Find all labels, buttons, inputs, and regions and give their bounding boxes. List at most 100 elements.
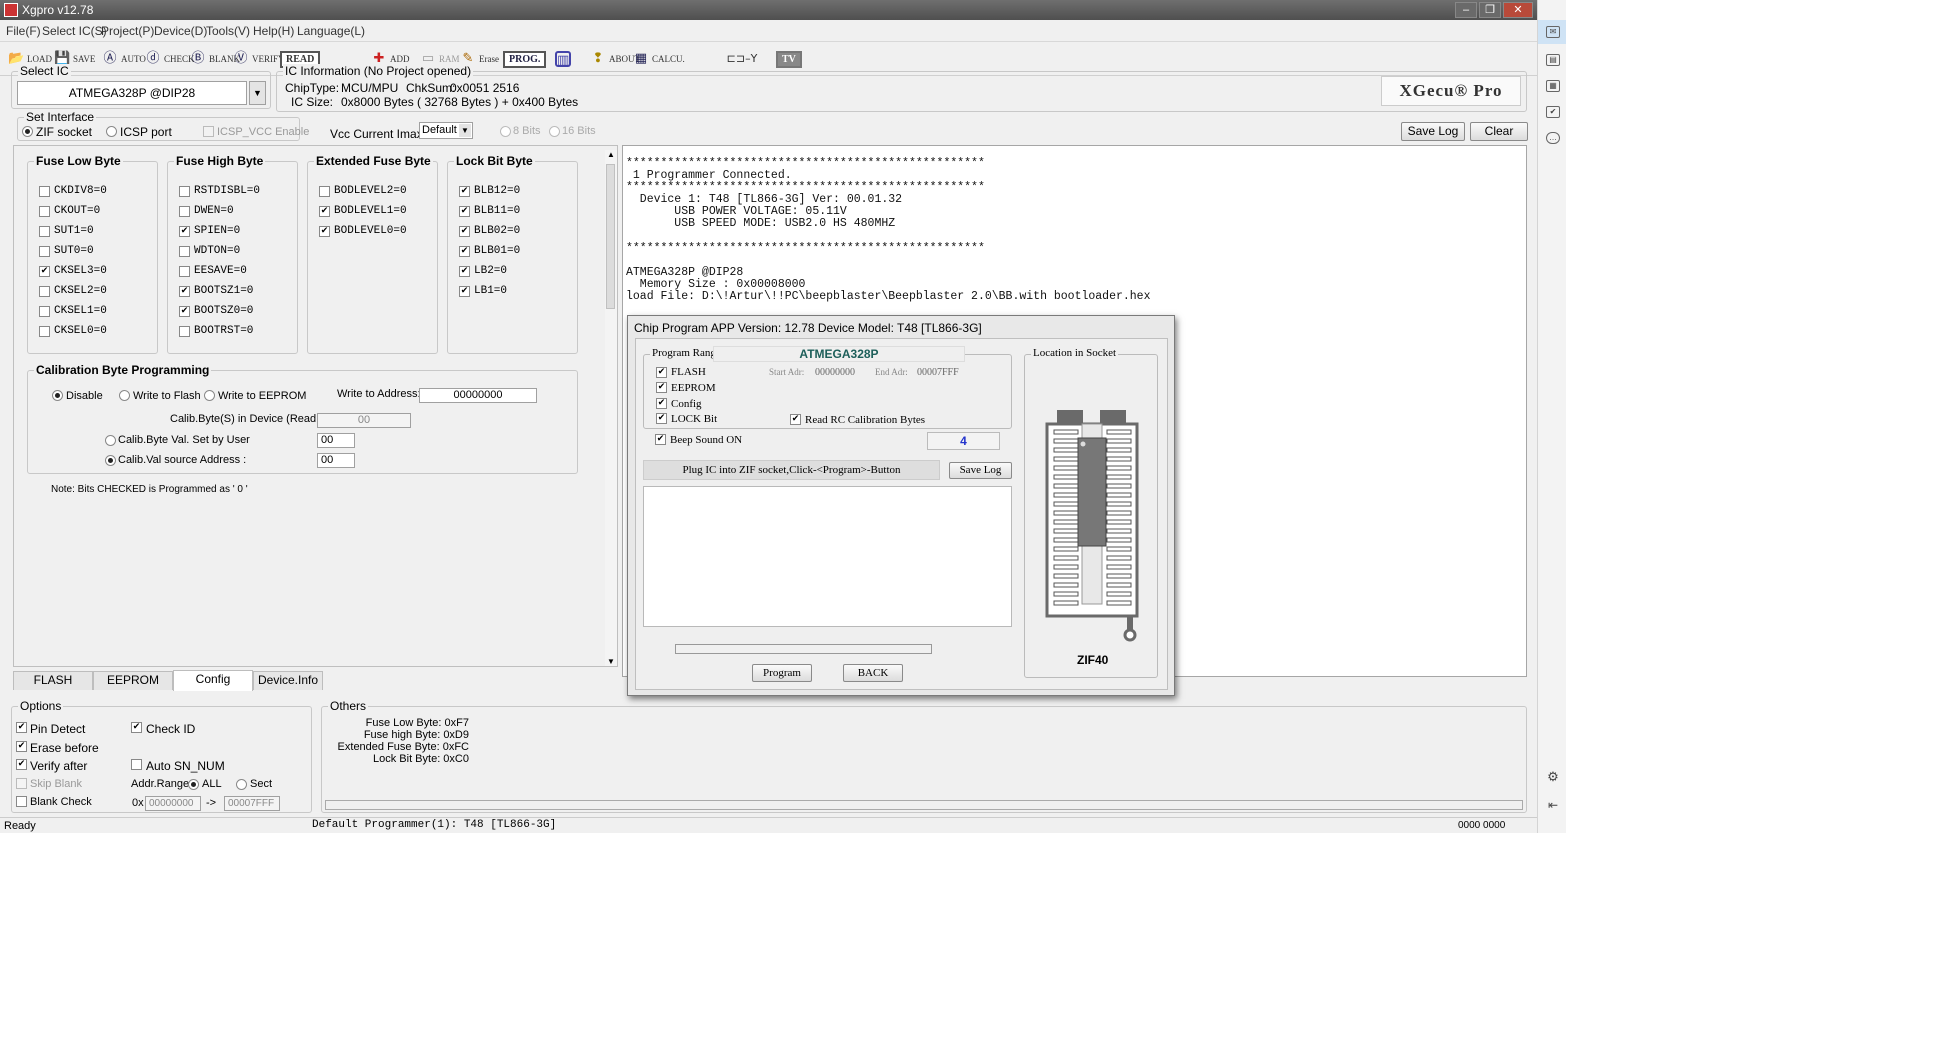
blb02-checkbox[interactable]: ✔ <box>459 226 470 237</box>
check-id-checkbox[interactable]: ✔ <box>131 722 142 733</box>
menu-tools[interactable]: Tools(V) <box>206 24 250 38</box>
sut1-checkbox[interactable] <box>39 226 50 237</box>
gear-icon[interactable]: ⚙ <box>1546 770 1560 784</box>
spien-checkbox[interactable]: ✔ <box>179 226 190 237</box>
addr-range-sect-radio[interactable] <box>236 779 247 790</box>
contacts-icon[interactable]: ▤ <box>1546 54 1560 66</box>
menu-file[interactable]: File(F) <box>6 24 41 38</box>
config-scrollbar[interactable]: ▲ ▼ <box>605 150 617 666</box>
calib-user-radio[interactable] <box>105 435 116 446</box>
tv-button[interactable]: TV <box>776 46 802 72</box>
pin-detect-checkbox[interactable]: ✔ <box>16 722 27 733</box>
bodlevel2-checkbox[interactable] <box>319 186 330 197</box>
bodlevel0-checkbox[interactable]: ✔ <box>319 226 330 237</box>
auto-button[interactable]: Ⓐ AUTO <box>102 46 145 72</box>
cksel2-checkbox[interactable] <box>39 286 50 297</box>
verify-button[interactable]: Ⓥ VERIFY <box>233 46 284 72</box>
cksel3-checkbox[interactable]: ✔ <box>39 266 50 277</box>
rstdisbl-checkbox[interactable] <box>179 186 190 197</box>
range-flash-checkbox[interactable]: ✔ <box>656 367 667 378</box>
bootrst-checkbox[interactable] <box>179 326 190 337</box>
16-bits-radio[interactable] <box>549 126 560 137</box>
write-address-input[interactable]: 00000000 <box>419 388 537 403</box>
sut0-checkbox[interactable] <box>39 246 50 257</box>
blank-check-checkbox[interactable] <box>16 796 27 807</box>
prog-button[interactable]: PROG. <box>503 46 547 72</box>
tab-config[interactable]: Config <box>173 670 253 691</box>
icsp-port-radio[interactable] <box>106 126 117 137</box>
tab-device-info[interactable]: Device.Info <box>253 671 323 690</box>
calcu-button[interactable]: ▦ CALCU. <box>633 46 685 72</box>
select-ic-dropdown-button[interactable]: ▼ <box>249 81 266 105</box>
8-bits-radio[interactable] <box>500 126 511 137</box>
mail-icon[interactable]: ✉ <box>1546 26 1560 38</box>
read-rc-checkbox[interactable]: ✔ <box>790 414 801 425</box>
cksel1-checkbox[interactable] <box>39 306 50 317</box>
minimize-button[interactable]: – <box>1455 2 1477 18</box>
dialog-save-log-button[interactable]: Save Log <box>949 462 1012 479</box>
icsp-vcc-checkbox[interactable] <box>203 126 214 137</box>
lb2-checkbox[interactable]: ✔ <box>459 266 470 277</box>
close-button[interactable]: ✕ <box>1503 2 1533 18</box>
beep-sound-checkbox[interactable]: ✔ <box>655 434 666 445</box>
bootsz1-checkbox[interactable]: ✔ <box>179 286 190 297</box>
lb1-checkbox[interactable]: ✔ <box>459 286 470 297</box>
chip-config-button[interactable]: ▥ <box>555 46 571 72</box>
range-end-input[interactable]: 00007FFF <box>224 796 280 811</box>
check-button[interactable]: ⓓ CHECK <box>145 46 194 72</box>
range-start-input[interactable]: 00000000 <box>145 796 201 811</box>
clear-log-button[interactable]: Clear <box>1470 122 1528 141</box>
range-eeprom-checkbox[interactable]: ✔ <box>656 382 667 393</box>
verify-after-checkbox[interactable]: ✔ <box>16 759 27 770</box>
chat-icon[interactable]: … <box>1546 132 1560 144</box>
vcc-current-select[interactable]: Default ▼ <box>419 122 473 139</box>
skip-blank-checkbox[interactable] <box>16 778 27 789</box>
program-button[interactable]: Program <box>752 664 812 682</box>
selected-ic-field[interactable]: ATMEGA328P @DIP28 <box>17 81 247 105</box>
blank-icon: Ⓑ <box>191 51 205 66</box>
bootsz0-label: BOOTSZ0=0 <box>194 305 254 317</box>
zif-pin <box>1106 429 1132 435</box>
desktop-background <box>1566 0 1958 1040</box>
blb01-checkbox[interactable]: ✔ <box>459 246 470 257</box>
menu-select-ic[interactable]: Select IC(S) <box>42 24 107 38</box>
menu-help[interactable]: Help(H) <box>253 24 294 38</box>
blb11-checkbox[interactable]: ✔ <box>459 206 470 217</box>
ckout-checkbox[interactable] <box>39 206 50 217</box>
tasks-icon[interactable]: ✔ <box>1546 106 1560 118</box>
bootsz0-checkbox[interactable]: ✔ <box>179 306 190 317</box>
ckdiv8-checkbox[interactable] <box>39 186 50 197</box>
calib-user-input[interactable]: 00 <box>317 433 355 448</box>
calib-flash-radio[interactable] <box>119 390 130 401</box>
calib-source-radio[interactable] <box>105 455 116 466</box>
tab-flash[interactable]: FLASH <box>13 671 93 690</box>
menu-language[interactable]: Language(L) <box>297 24 365 38</box>
calib-source-input[interactable]: 00 <box>317 453 355 468</box>
blb12-checkbox[interactable]: ✔ <box>459 186 470 197</box>
maximize-button[interactable]: ❐ <box>1479 2 1501 18</box>
dwen-checkbox[interactable] <box>179 206 190 217</box>
save-log-button[interactable]: Save Log <box>1401 122 1465 141</box>
menu-device[interactable]: Device(D) <box>154 24 207 38</box>
range-config-checkbox[interactable]: ✔ <box>656 398 667 409</box>
addr-range-all-radio[interactable] <box>188 779 199 790</box>
menu-project[interactable]: Project(P) <box>101 24 154 38</box>
cksel0-checkbox[interactable] <box>39 326 50 337</box>
config-scrollbar-thumb[interactable] <box>606 164 615 309</box>
calendar-icon[interactable]: ▦ <box>1546 80 1560 92</box>
bodlevel1-checkbox[interactable]: ✔ <box>319 206 330 217</box>
zif-socket-radio[interactable] <box>22 126 33 137</box>
auto-sn-checkbox[interactable] <box>131 759 142 770</box>
back-button[interactable]: BACK <box>843 664 903 682</box>
range-lock-checkbox[interactable]: ✔ <box>656 413 667 424</box>
dialog-log-area[interactable] <box>643 486 1012 627</box>
logic-test-button[interactable]: ⊏⊐–Y <box>724 46 760 72</box>
wdton-checkbox[interactable] <box>179 246 190 257</box>
calib-eeprom-radio[interactable] <box>204 390 215 401</box>
collapse-icon[interactable]: ⇤ <box>1546 799 1560 812</box>
eesave-checkbox[interactable] <box>179 266 190 277</box>
zif-pin <box>1053 582 1079 588</box>
tab-eeprom[interactable]: EEPROM <box>93 671 173 690</box>
calib-disable-radio[interactable] <box>52 390 63 401</box>
erase-before-checkbox[interactable]: ✔ <box>16 741 27 752</box>
